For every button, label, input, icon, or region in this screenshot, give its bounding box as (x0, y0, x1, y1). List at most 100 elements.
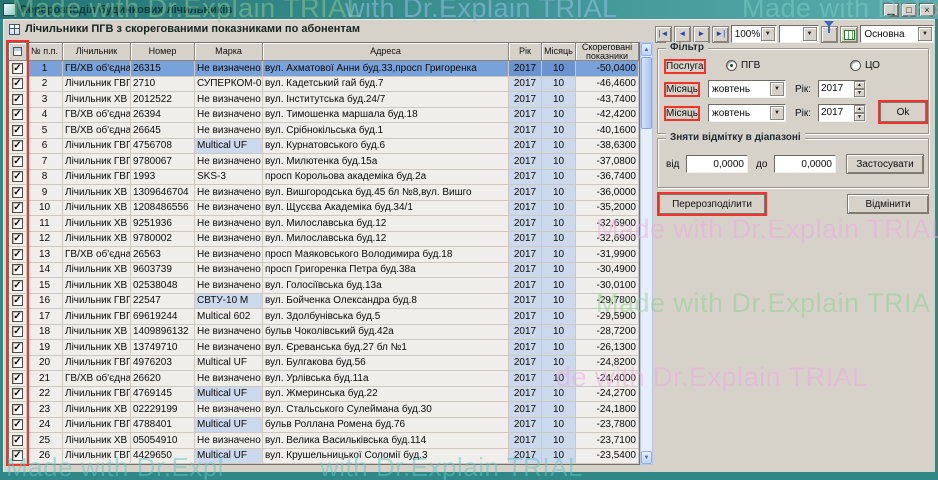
row-checkbox checkbox-checked-icon[interactable] (12, 342, 23, 353)
title-bar[interactable]: Перерозподіл будинкових лічильників ▁ □ … (0, 0, 938, 19)
table-row[interactable]: 8 Лічильник ГВП 1993 SKS-3 просп Корольо… (9, 170, 639, 186)
col-header-brand[interactable]: Марка (195, 43, 263, 61)
col-header-num[interactable]: № п.п. (27, 43, 63, 61)
scroll-down-icon[interactable] (641, 451, 652, 464)
table-row[interactable]: 25 Лічильник ХВ на 05054910 Не визначено… (9, 433, 639, 449)
nav-prev-button[interactable]: ◄ (674, 26, 691, 43)
layout-select[interactable] (779, 25, 819, 43)
table-row[interactable]: 23 Лічильник ХВ на 02229199 Не визначено… (9, 402, 639, 418)
year-spinner-2[interactable]: 2017 (818, 104, 866, 122)
row-checkbox checkbox-checked-icon[interactable] (12, 63, 23, 74)
apply-button[interactable]: Застосувати (846, 154, 924, 174)
chevron-down-icon[interactable] (803, 27, 817, 41)
row-checkbox checkbox-checked-icon[interactable] (12, 311, 23, 322)
table-row[interactable]: 26 Лічильник ГВП 4429650 Multical UF вул… (9, 449, 639, 465)
table-row[interactable]: 2 Лічильник ГВП 2710 СУПЕРКОМ-01і вул. К… (9, 77, 639, 93)
month-select-1[interactable]: жовтень (708, 80, 786, 98)
service-co-radio[interactable]: ЦО (850, 60, 880, 71)
zoom-select[interactable]: 100% (731, 25, 777, 43)
scrollbar-thumb[interactable] (641, 57, 652, 129)
table-row[interactable]: 20 Лічильник ГВП 4976203 Multical UF вул… (9, 356, 639, 372)
col-header-year[interactable]: Рік (509, 43, 542, 61)
spin-up-icon[interactable] (854, 81, 865, 89)
table-row[interactable]: 21 ГВ/ХВ об'єднана 26620 Не визначено ву… (9, 371, 639, 387)
cell-number: 1993 (131, 170, 195, 186)
filter-tool-button[interactable] (821, 26, 839, 43)
col-header-number[interactable]: Номер (131, 43, 195, 61)
table-row[interactable]: 4 ГВ/ХВ об'єднана 26394 Не визначено вул… (9, 108, 639, 124)
range-from-input[interactable] (686, 155, 748, 173)
ok-button[interactable]: Ok (880, 102, 926, 122)
table-row[interactable]: 1 ГВ/ХВ об'єднана 26315 Не визначено вул… (9, 61, 639, 77)
row-checkbox checkbox-checked-icon[interactable] (12, 125, 23, 136)
table-row[interactable]: 12 Лічильник ХВ на 9780002 Не визначено … (9, 232, 639, 248)
table-row[interactable]: 6 Лічильник ГВП 4756708 Multical UF вул.… (9, 139, 639, 155)
row-checkbox checkbox-checked-icon[interactable] (12, 419, 23, 430)
table-row[interactable]: 7 Лічильник ГВП 9780067 Не визначено вул… (9, 154, 639, 170)
row-checkbox checkbox-checked-icon[interactable] (12, 171, 23, 182)
close-button[interactable]: × (919, 3, 935, 17)
col-header-address[interactable]: Адреса (263, 43, 509, 61)
redistribute-button[interactable]: Перерозподілити (659, 194, 765, 214)
view-select[interactable]: Основна (860, 25, 934, 43)
chevron-down-icon[interactable] (770, 82, 784, 96)
chevron-down-icon[interactable] (761, 27, 775, 41)
row-checkbox checkbox-checked-icon[interactable] (12, 78, 23, 89)
range-to-input[interactable] (774, 155, 836, 173)
year-spinner-1[interactable]: 2017 (818, 80, 866, 98)
minimize-button[interactable]: ▁ (883, 3, 899, 17)
table-row[interactable]: 24 Лічильник ГВП 4788401 Multical UF бул… (9, 418, 639, 434)
table-row[interactable]: 18 Лічильник ХВ на 1409896132 Не визначе… (9, 325, 639, 341)
row-checkbox checkbox-checked-icon[interactable] (12, 264, 23, 275)
grid-tool-button[interactable] (840, 26, 858, 43)
select-all-corner[interactable] (9, 43, 27, 61)
table-row[interactable]: 5 ГВ/ХВ об'єднана 26645 Не визначено вул… (9, 123, 639, 139)
nav-first-button[interactable]: |◄ (655, 26, 672, 43)
row-checkbox checkbox-checked-icon[interactable] (12, 373, 23, 384)
table-row[interactable]: 15 Лічильник ХВ на 02538048 Не визначено… (9, 278, 639, 294)
row-checkbox checkbox-checked-icon[interactable] (12, 140, 23, 151)
table-row[interactable]: 9 Лічильник ХВ на 1309646704 Не визначен… (9, 185, 639, 201)
row-checkbox checkbox-checked-icon[interactable] (12, 156, 23, 167)
row-checkbox checkbox-checked-icon[interactable] (12, 357, 23, 368)
nav-next-button[interactable]: ► (693, 26, 710, 43)
row-checkbox checkbox-checked-icon[interactable] (12, 388, 23, 399)
row-checkbox checkbox-checked-icon[interactable] (12, 450, 23, 461)
row-checkbox checkbox-checked-icon[interactable] (12, 249, 23, 260)
table-row[interactable]: 22 Лічильник ГВП 4769145 Multical UF вул… (9, 387, 639, 403)
table-row[interactable]: 17 Лічильник ГВП 69619244 Multical 602 в… (9, 309, 639, 325)
row-checkbox checkbox-checked-icon[interactable] (12, 94, 23, 105)
row-checkbox checkbox-checked-icon[interactable] (12, 202, 23, 213)
row-checkbox checkbox-checked-icon[interactable] (12, 218, 23, 229)
spin-down-icon[interactable] (854, 113, 865, 121)
table-row[interactable]: 10 Лічильник ХВ на 1208486556 Не визначе… (9, 201, 639, 217)
scroll-up-icon[interactable] (641, 43, 652, 56)
table-row[interactable]: 13 ГВ/ХВ об'єднана 26563 Не визначено пр… (9, 247, 639, 263)
table-row[interactable]: 19 Лічильник ХВ на 13749710 Не визначено… (9, 340, 639, 356)
chevron-down-icon[interactable] (918, 27, 932, 41)
row-checkbox checkbox-checked-icon[interactable] (12, 404, 23, 415)
maximize-button[interactable]: □ (901, 3, 917, 17)
col-header-month[interactable]: Місяць (542, 43, 576, 61)
row-checkbox checkbox-checked-icon[interactable] (12, 435, 23, 446)
table-row[interactable]: 3 Лічильник ХВ на 2012522 Не визначено в… (9, 92, 639, 108)
table-row[interactable]: 14 Лічильник ХВ на 9603739 Не визначено … (9, 263, 639, 279)
col-header-value[interactable]: Скореговані показники (576, 43, 639, 61)
table-row[interactable]: 16 Лічильник ГВП 22547 СВТУ-10 М вул. Бо… (9, 294, 639, 310)
row-checkbox checkbox-checked-icon[interactable] (12, 187, 23, 198)
row-checkbox checkbox-checked-icon[interactable] (12, 233, 23, 244)
chevron-down-icon[interactable] (770, 106, 784, 120)
row-checkbox checkbox-checked-icon[interactable] (12, 295, 23, 306)
cancel-button[interactable]: Відмінити (847, 194, 929, 214)
spin-up-icon[interactable] (854, 105, 865, 113)
spin-down-icon[interactable] (854, 89, 865, 97)
nav-last-button[interactable]: ►| (712, 26, 729, 43)
month-select-2[interactable]: жовтень (708, 104, 786, 122)
row-checkbox checkbox-checked-icon[interactable] (12, 280, 23, 291)
service-pgv-radio[interactable]: ПГВ (726, 60, 760, 71)
table-scrollbar[interactable] (640, 42, 653, 465)
table-row[interactable]: 11 Лічильник ХВ на 9251936 Не визначено … (9, 216, 639, 232)
row-checkbox checkbox-checked-icon[interactable] (12, 326, 23, 337)
col-header-meter[interactable]: Лічильник (63, 43, 131, 61)
row-checkbox checkbox-checked-icon[interactable] (12, 109, 23, 120)
